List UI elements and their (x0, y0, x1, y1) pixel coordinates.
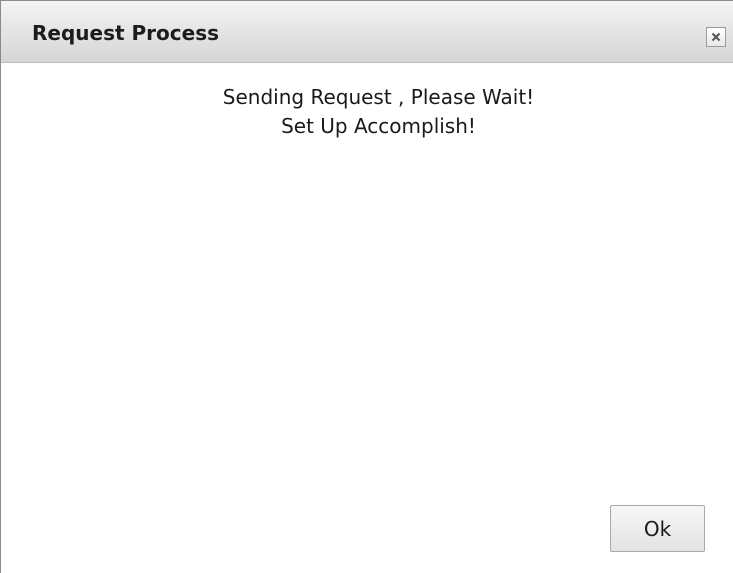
status-message-complete: Set Up Accomplish! (281, 114, 476, 138)
request-process-dialog: Request Process Sending Request , Please… (0, 0, 733, 573)
close-icon (711, 32, 721, 42)
dialog-titlebar: Request Process (1, 1, 733, 63)
close-button[interactable] (706, 27, 726, 47)
status-message-sending: Sending Request , Please Wait! (222, 85, 535, 109)
dialog-title: Request Process (32, 21, 220, 45)
ok-button[interactable]: Ok (610, 505, 705, 552)
